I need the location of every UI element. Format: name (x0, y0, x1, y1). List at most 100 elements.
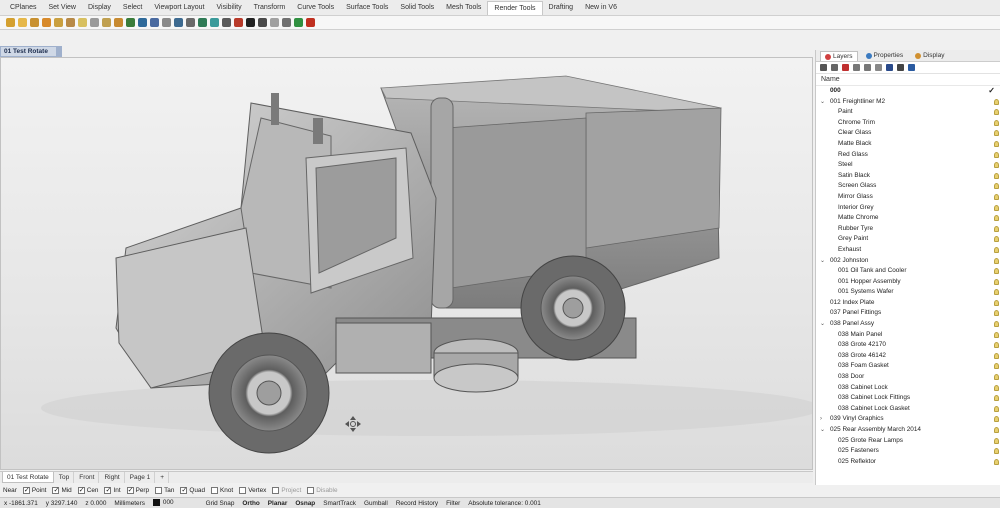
layer-row[interactable]: Matte Black (816, 139, 1000, 150)
layer-visibility-bulb-icon[interactable] (994, 310, 999, 317)
osnap-checkbox[interactable] (155, 487, 163, 494)
layer-row[interactable]: 037 Panel Fittings (816, 308, 1000, 319)
move-down-icon[interactable] (864, 64, 871, 71)
viewport-tab-right[interactable]: Right (100, 472, 125, 483)
layer-row[interactable]: 038 Cabinet Lock Fittings (816, 393, 1000, 404)
viewport-tab-01-test-rotate[interactable]: 01 Test Rotate (2, 472, 54, 483)
viewport-menu-caret-icon[interactable] (56, 47, 62, 56)
layer-visibility-bulb-icon[interactable] (994, 140, 999, 147)
osnap-quad[interactable]: Quad (180, 486, 205, 494)
red-sphere-icon[interactable] (234, 18, 243, 27)
layer-row[interactable]: 001 Hopper Assembly (816, 277, 1000, 288)
layer-visibility-bulb-icon[interactable] (994, 130, 999, 137)
film-icon[interactable] (282, 18, 291, 27)
osnap-perp[interactable]: Perp (126, 486, 149, 494)
layer-row[interactable]: 038 Cabinet Lock (816, 383, 1000, 394)
osnap-knot[interactable]: Knot (211, 487, 233, 494)
collapse-icon[interactable]: ⌄ (820, 425, 825, 436)
layer-visibility-bulb-icon[interactable] (994, 289, 999, 296)
arrow-icon[interactable] (6, 18, 15, 27)
layer-visibility-bulb-icon[interactable] (994, 342, 999, 349)
viewport-title[interactable]: 01 Test Rotate (0, 46, 62, 57)
layer-row[interactable]: 000 ✓ (816, 86, 1000, 97)
perspective-viewport[interactable] (0, 57, 813, 470)
directional-light-icon[interactable] (54, 18, 63, 27)
toggle-grid-snap[interactable]: Grid Snap (202, 500, 239, 507)
toggle-gumball[interactable]: Gumball (360, 500, 392, 507)
layer-row[interactable]: 001 Oil Tank and Cooler (816, 266, 1000, 277)
osnap-checkbox[interactable] (211, 487, 219, 494)
layer-row[interactable]: 038 Main Panel (816, 330, 1000, 341)
layer-row[interactable]: 012 Index Plate (816, 298, 1000, 309)
menu-tab-cplanes[interactable]: CPlanes (4, 1, 42, 15)
menu-tab-viewport-layout[interactable]: Viewport Layout (148, 1, 210, 15)
layer-row[interactable]: Steel (816, 160, 1000, 171)
viewport-tab-front[interactable]: Front (75, 472, 100, 483)
panel-tab-properties[interactable]: Properties (862, 51, 908, 61)
layer-visibility-bulb-icon[interactable] (994, 225, 999, 232)
layer-row[interactable]: ⌄ 025 Rear Assembly March 2014 (816, 425, 1000, 436)
texture-mapping-icon[interactable] (174, 18, 183, 27)
panel-tab-layers[interactable]: Layers (820, 51, 858, 61)
checker-icon[interactable] (246, 18, 255, 27)
osnap-checkbox[interactable] (22, 486, 30, 494)
environment-icon[interactable] (138, 18, 147, 27)
safe-frame-icon[interactable] (270, 18, 279, 27)
toggle-smarttrack[interactable]: SmartTrack (319, 500, 360, 507)
layer-visibility-bulb-icon[interactable] (994, 151, 999, 158)
render-window-icon[interactable] (210, 18, 219, 27)
panel-tab-display[interactable]: Display (911, 51, 948, 61)
layer-row[interactable]: Interior Grey (816, 203, 1000, 214)
layer-visibility-bulb-icon[interactable] (994, 458, 999, 465)
sphere-material-icon[interactable] (126, 18, 135, 27)
viewport-tab-top[interactable]: Top (55, 472, 75, 483)
osnap-near[interactable]: Near (3, 487, 17, 494)
layer-row[interactable]: Red Glass (816, 150, 1000, 161)
menu-tab-drafting[interactable]: Drafting (543, 1, 580, 15)
osnap-checkbox[interactable] (239, 487, 247, 494)
layer-row[interactable]: Clear Glass (816, 128, 1000, 139)
menu-tab-transform[interactable]: Transform (248, 1, 292, 15)
play-icon[interactable] (294, 18, 303, 27)
menu-tab-curve-tools[interactable]: Curve Tools (291, 1, 340, 15)
render-settings-icon[interactable] (222, 18, 231, 27)
add-layout-icon[interactable]: + (156, 472, 170, 483)
new-layer-icon[interactable] (820, 64, 827, 71)
layer-row[interactable]: 001 Systems Wafer (816, 287, 1000, 298)
spot-light-icon[interactable] (30, 18, 39, 27)
layer-row[interactable]: 025 Fasteners (816, 446, 1000, 457)
layer-visibility-bulb-icon[interactable] (994, 374, 999, 381)
layer-visibility-bulb-icon[interactable] (994, 278, 999, 285)
delete-icon[interactable] (842, 64, 849, 71)
layer-visibility-bulb-icon[interactable] (994, 119, 999, 126)
layer-row[interactable]: Satin Black (816, 171, 1000, 182)
layer-visibility-bulb-icon[interactable] (994, 183, 999, 190)
new-sublayer-icon[interactable] (831, 64, 838, 71)
layer-material-icon[interactable] (186, 18, 195, 27)
layer-row[interactable]: 038 Foam Gasket (816, 361, 1000, 372)
filter-icon[interactable] (886, 64, 893, 71)
layer-row[interactable]: Chrome Trim (816, 118, 1000, 129)
osnap-checkbox[interactable] (77, 486, 85, 494)
name-column-header[interactable]: Name (816, 74, 1000, 86)
layer-row[interactable]: 038 Door (816, 372, 1000, 383)
layer-row[interactable]: 025 Reflektor (816, 457, 1000, 468)
layer-row[interactable]: Grey Paint (816, 234, 1000, 245)
toggle-filter[interactable]: Filter (442, 500, 464, 507)
menu-tab-new-in-v6[interactable]: New in V6 (579, 1, 623, 15)
osnap-point[interactable]: Point (22, 486, 46, 494)
osnap-cen[interactable]: Cen (77, 486, 98, 494)
layer-row[interactable]: ⌄ 038 Panel Assy (816, 319, 1000, 330)
osnap-tan[interactable]: Tan (155, 487, 174, 494)
lights-panel-icon[interactable] (102, 18, 111, 27)
snapshot-icon[interactable] (258, 18, 267, 27)
layer-visibility-bulb-icon[interactable] (994, 236, 999, 243)
record-icon[interactable] (306, 18, 315, 27)
layer-visibility-bulb-icon[interactable] (994, 299, 999, 306)
layer-visibility-bulb-icon[interactable] (994, 268, 999, 275)
layer-row[interactable]: 038 Cabinet Lock Gasket (816, 404, 1000, 415)
menu-tab-render-tools[interactable]: Render Tools (487, 1, 543, 15)
osnap-disable[interactable]: Disable (307, 487, 338, 494)
osnap-mid[interactable]: Mid (52, 486, 72, 494)
layer-row[interactable]: › 039 Vinyl Graphics (816, 414, 1000, 425)
